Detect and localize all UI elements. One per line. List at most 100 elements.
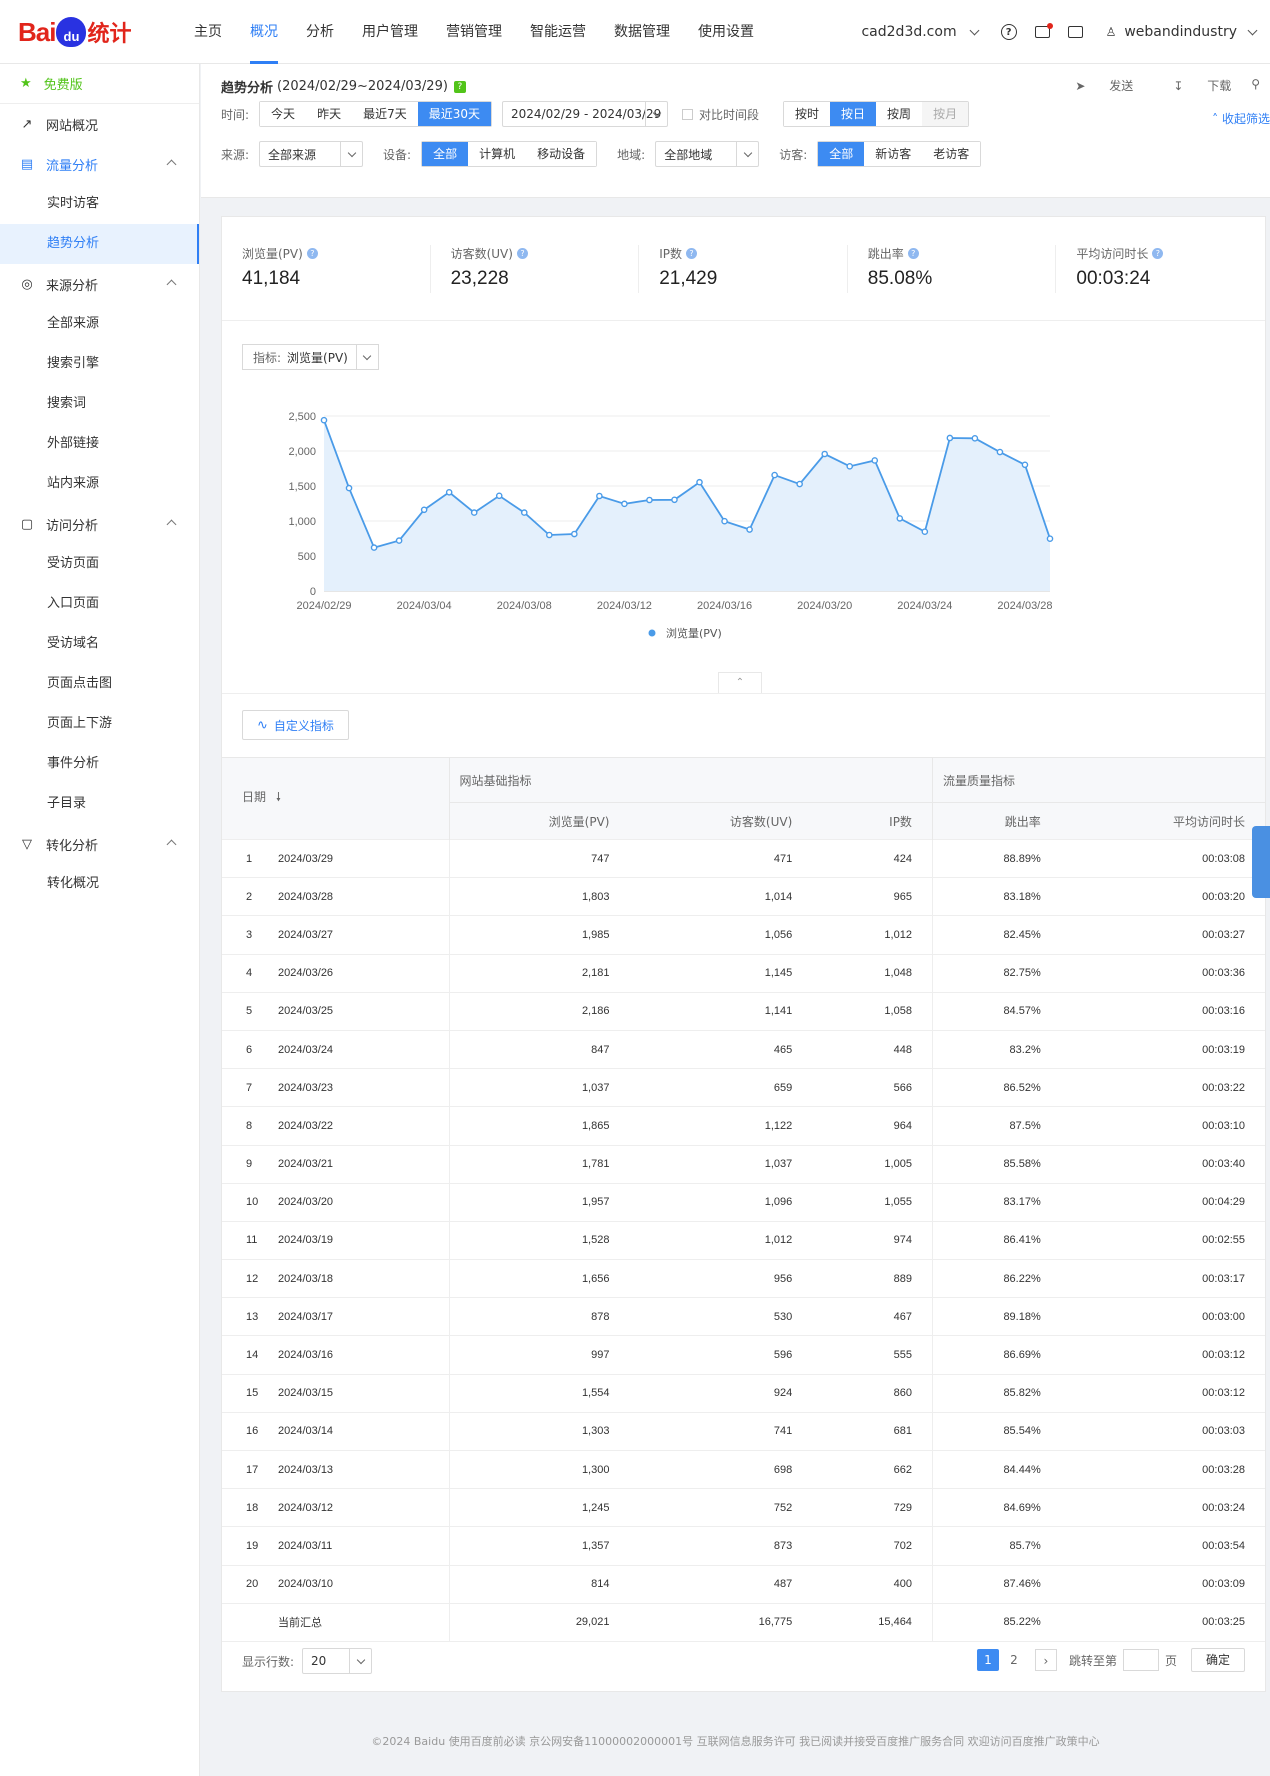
sidebar-item[interactable]: 转化概况 <box>0 864 199 904</box>
sidebar-item[interactable]: 入口页面 <box>0 584 199 624</box>
site-selector[interactable]: cad2d3d.com <box>861 24 956 40</box>
column-header[interactable]: 访客数(UV) <box>629 802 813 840</box>
help-icon[interactable]: ? <box>685 248 697 259</box>
table-cell: 1,300 <box>449 1449 630 1489</box>
sidebar-group-1[interactable]: ◎ 来源分析 <box>0 264 199 304</box>
rows-select[interactable]: 20 <box>302 1648 373 1674</box>
column-header[interactable]: 跳出率 <box>931 802 1061 840</box>
fold-chart-button[interactable]: ⌃ <box>718 672 762 694</box>
date-column-header[interactable]: 日期 🠗 <box>222 757 450 840</box>
help-icon[interactable]: ? <box>1000 24 1017 40</box>
nav-item-5[interactable]: 智能运营 <box>516 0 600 64</box>
help-icon[interactable]: ? <box>1152 248 1164 259</box>
sidebar-item[interactable]: 搜索词 <box>0 384 199 424</box>
devbtns-button-2[interactable]: 移动设备 <box>526 142 597 166</box>
inbox-icon[interactable] <box>1067 26 1083 38</box>
sidebar-item[interactable]: 站内来源 <box>0 464 199 504</box>
help-icon[interactable]: ? <box>907 248 919 259</box>
chevron-up-icon[interactable] <box>166 839 177 850</box>
nav-item-6[interactable]: 数据管理 <box>600 0 684 64</box>
page-2-button[interactable]: 2 <box>1003 1649 1025 1671</box>
x-tick-label: 2024/03/28 <box>997 600 1052 612</box>
sidebar-item[interactable]: 受访页面 <box>0 544 199 584</box>
granbtns-button-1[interactable]: 按日 <box>830 102 877 126</box>
nav-item-0[interactable]: 主页 <box>180 0 236 64</box>
feedback-side-tab[interactable] <box>1252 826 1270 898</box>
send-button[interactable]: ➤ 发送 <box>1055 77 1133 94</box>
sidebar-item[interactable]: 趋势分析 <box>0 224 199 264</box>
granbtns-button-0[interactable]: 按时 <box>784 102 831 126</box>
column-header[interactable]: 平均访问时长 <box>1060 802 1265 840</box>
jump-confirm-button[interactable]: 确定 <box>1190 1648 1245 1672</box>
info-icon[interactable]: ? <box>453 80 466 93</box>
timebtns-button-1[interactable]: 昨天 <box>306 102 353 126</box>
granbtns-button-3[interactable]: 按月 <box>922 102 969 126</box>
table-cell: 00:03:20 <box>1060 877 1265 916</box>
jump-page-input[interactable] <box>1122 1649 1159 1671</box>
source-select[interactable]: 全部来源 <box>259 141 364 167</box>
sidebar-item[interactable]: 外部链接 <box>0 424 199 464</box>
sidebar-item[interactable]: 事件分析 <box>0 744 199 784</box>
timebtns-button-3[interactable]: 最近30天 <box>417 102 491 126</box>
table-cell: 1,656 <box>449 1259 630 1298</box>
region-select[interactable]: 全部地域 <box>655 141 760 167</box>
visitor-label: 访客: <box>779 147 808 162</box>
sidebar-item[interactable]: 受访域名 <box>0 624 199 664</box>
baidu-tongji-logo[interactable]: Bai du 统计 <box>18 14 131 50</box>
sidebar-item[interactable]: 页面点击图 <box>0 664 199 704</box>
y-tick-label: 1,000 <box>288 516 316 528</box>
table-cell: 00:03:27 <box>1060 915 1265 955</box>
table-row: 3 2024/03/27 1,985 1,056 1,012 82.45% 00:03:27 <box>222 915 1265 955</box>
sort-down-icon[interactable]: 🠗 <box>276 790 281 804</box>
help-icon[interactable]: ? <box>306 248 318 259</box>
date-range-picker[interactable]: 2024/02/29 - 2024/03/29 <box>502 101 668 127</box>
chevron-up-icon[interactable] <box>166 519 177 530</box>
download-button[interactable]: ↧ 下载 <box>1153 77 1231 94</box>
logo-text-tongji: 统计 <box>87 22 132 47</box>
main-nav: 主页 概况 分析 用户管理 营销管理 智能运营 数据管理 使用设置 <box>180 0 768 64</box>
column-header[interactable]: 浏览量(PV) <box>448 802 630 840</box>
kpi-value: 23,228 <box>450 268 509 289</box>
sidebar-item[interactable]: 搜索引擎 <box>0 344 199 384</box>
chevron-up-icon[interactable] <box>166 279 177 290</box>
next-page-icon[interactable]: › <box>1034 1649 1057 1671</box>
chevron-down-icon[interactable] <box>969 25 980 36</box>
visbtns-button-1[interactable]: 新访客 <box>864 142 923 166</box>
sidebar-item[interactable]: 页面上下游 <box>0 704 199 744</box>
nav-item-4[interactable]: 营销管理 <box>432 0 516 64</box>
user-menu[interactable]: ♙ webandindustry <box>1106 24 1270 40</box>
collapse-filter-link[interactable]: ˄ 收起筛选 <box>1212 110 1270 127</box>
sidebar-item-overview[interactable]: ↗ 网站概况 <box>0 104 199 144</box>
pin-icon[interactable]: ⚲ <box>1251 77 1260 94</box>
metric-select[interactable]: 指标: 浏览量(PV) <box>242 344 379 370</box>
nav-item-2[interactable]: 分析 <box>292 0 348 64</box>
column-header[interactable]: IP数 <box>812 802 933 840</box>
help-icon[interactable]: ? <box>516 248 528 259</box>
sidebar-group-2[interactable]: ▢ 访问分析 <box>0 504 199 544</box>
compare-checkbox[interactable]: 对比时间段 <box>682 106 759 123</box>
sidebar-item[interactable]: 实时访客 <box>0 184 199 224</box>
chevron-up-icon[interactable] <box>166 159 177 170</box>
nav-item-1[interactable]: 概况 <box>236 0 292 64</box>
free-edition-badge[interactable]: ★ 免费版 <box>0 64 199 104</box>
custom-metrics-button[interactable]: ∿ 自定义指标 <box>242 710 349 740</box>
sidebar-group-3[interactable]: ▽ 转化分析 <box>0 824 199 864</box>
devbtns-button-0[interactable]: 全部 <box>422 142 469 166</box>
timebtns-button-2[interactable]: 最近7天 <box>352 102 418 126</box>
sidebar-item[interactable]: 全部来源 <box>0 304 199 344</box>
table-cell: 471 <box>629 838 813 878</box>
devbtns-button-1[interactable]: 计算机 <box>468 142 527 166</box>
sidebar-group-0[interactable]: ▤ 流量分析 <box>0 144 199 184</box>
timebtns-button-0[interactable]: 今天 <box>260 102 307 126</box>
visbtns-button-2[interactable]: 老访客 <box>922 142 981 166</box>
source-value: 全部来源 <box>268 147 317 162</box>
nav-item-3[interactable]: 用户管理 <box>348 0 432 64</box>
granbtns-button-2[interactable]: 按周 <box>876 102 923 126</box>
page-1-button[interactable]: 1 <box>976 1649 999 1671</box>
table-cell: 487 <box>629 1564 813 1604</box>
visbtns-button-0[interactable]: 全部 <box>818 142 865 166</box>
nav-item-7[interactable]: 使用设置 <box>684 0 768 64</box>
message-icon[interactable] <box>1034 23 1053 38</box>
table-cell: 1,055 <box>812 1182 933 1222</box>
sidebar-item[interactable]: 子目录 <box>0 784 199 824</box>
